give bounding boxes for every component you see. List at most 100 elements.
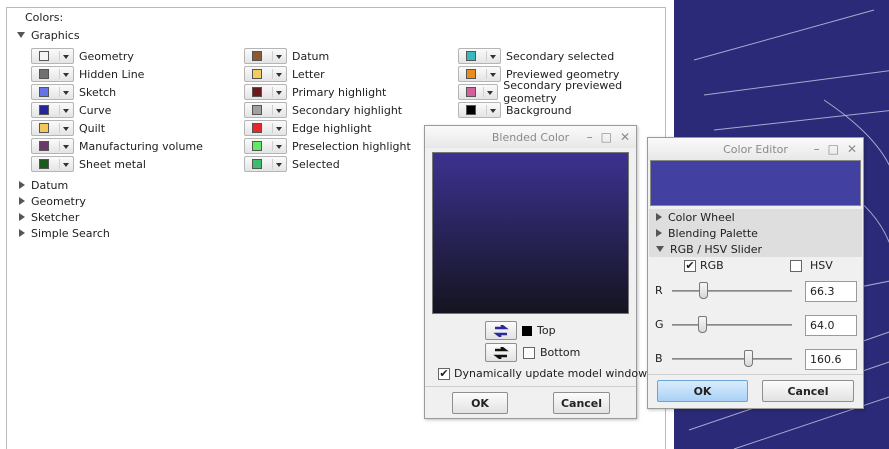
color-picker-button[interactable] [244, 156, 287, 172]
color-setting-label: Background [506, 103, 572, 117]
slider-track-g[interactable] [672, 324, 792, 326]
bottom-color-pick-button[interactable] [485, 343, 517, 362]
expanded-triangle-icon [17, 32, 25, 38]
editor-title-bar[interactable]: Color Editor – □ ✕ [648, 138, 863, 160]
top-color-pick-button[interactable] [485, 321, 517, 340]
slider-track-b[interactable] [672, 358, 792, 360]
color-setting-label: Edge highlight [292, 121, 372, 135]
color-picker-button[interactable] [458, 84, 499, 100]
maximize-icon[interactable]: □ [828, 142, 839, 156]
value-field-r[interactable]: 66.3 [805, 281, 857, 302]
color-picker-button[interactable] [244, 84, 287, 100]
color-swatch [39, 159, 49, 169]
maximize-icon[interactable]: □ [601, 130, 612, 144]
color-setting: Secondary selected [458, 48, 614, 64]
color-swatch [252, 105, 262, 115]
dynamic-update-checkbox[interactable]: ✔ [438, 367, 450, 380]
color-setting-label: Secondary highlight [292, 103, 403, 117]
rgb-checkbox[interactable]: ✔ [684, 259, 696, 272]
color-picker-button[interactable] [244, 66, 287, 82]
color-setting-label: Sketch [79, 85, 117, 99]
color-picker-button[interactable] [244, 102, 287, 118]
color-setting: Quilt [31, 120, 105, 136]
color-picker-button[interactable] [31, 120, 74, 136]
dropdown-arrow-icon [276, 55, 282, 59]
dropdown-arrow-icon [276, 73, 282, 77]
dropdown-arrow-icon [276, 127, 282, 131]
blending-palette-label: Blending Palette [668, 226, 758, 240]
minimize-icon[interactable]: – [814, 142, 820, 156]
dropdown-arrow-icon [276, 163, 282, 167]
top-color-swatch [522, 325, 532, 336]
hsv-checkbox[interactable] [790, 259, 802, 272]
dropdown-arrow-icon [63, 73, 69, 77]
color-picker-button[interactable] [244, 48, 287, 64]
color-setting: Edge highlight [244, 120, 372, 136]
slider-thumb-r[interactable] [699, 282, 709, 299]
graphics-group-toggle[interactable]: Graphics [17, 27, 80, 43]
blending-palette-section[interactable]: Blending Palette [649, 225, 862, 241]
dropdown-arrow-icon [490, 109, 496, 113]
color-picker-button[interactable] [31, 156, 74, 172]
minimize-icon[interactable]: – [587, 130, 593, 144]
color-swatch [252, 69, 262, 79]
color-swatch [252, 141, 262, 151]
color-picker-button[interactable] [31, 138, 74, 154]
color-wheel-section[interactable]: Color Wheel [649, 209, 862, 225]
color-swatch [466, 105, 476, 115]
tree-group-label: Datum [31, 178, 69, 192]
value-field-g[interactable]: 64.0 [805, 315, 857, 336]
color-setting: Background [458, 102, 572, 118]
value-field-b[interactable]: 160.6 [805, 349, 857, 370]
color-swatch [39, 105, 49, 115]
slider-thumb-g[interactable] [698, 316, 707, 333]
color-picker-button[interactable] [31, 66, 74, 82]
color-setting-label: Manufacturing volume [79, 139, 203, 153]
rgb-label: RGB [700, 259, 724, 272]
slider-label-g: G [655, 318, 664, 331]
tree-group-simple-search[interactable]: Simple Search [19, 225, 110, 241]
slider-track-r[interactable] [672, 290, 792, 292]
color-picker-button[interactable] [31, 48, 74, 64]
slider-thumb-b[interactable] [743, 350, 753, 367]
tree-group-sketcher[interactable]: Sketcher [19, 209, 79, 225]
rgb-hsv-slider-section[interactable]: RGB / HSV Slider [649, 241, 862, 257]
bottom-checkbox[interactable] [523, 346, 535, 359]
hsv-label: HSV [810, 259, 833, 272]
color-setting: Primary highlight [244, 84, 386, 100]
color-picker-button[interactable] [244, 138, 287, 154]
color-setting-label: Letter [292, 67, 325, 81]
dynamic-update-label: Dynamically update model window [454, 367, 648, 380]
blended-title-bar[interactable]: Blended Color – □ ✕ [425, 126, 636, 148]
tree-group-datum[interactable]: Datum [19, 177, 68, 193]
color-picker-button[interactable] [458, 66, 501, 82]
editor-ok-button[interactable]: OK [657, 380, 748, 402]
color-picker-button[interactable] [458, 48, 501, 64]
color-setting-label: Geometry [79, 49, 134, 63]
tree-group-geometry[interactable]: Geometry [19, 193, 86, 209]
color-picker-button[interactable] [244, 120, 287, 136]
blended-color-preview [432, 152, 629, 314]
colors-label: Colors: [25, 11, 64, 24]
editor-cancel-button[interactable]: Cancel [762, 380, 854, 402]
rgb-option: ✔ RGB [684, 259, 724, 272]
color-swatch [39, 123, 49, 133]
color-setting: Manufacturing volume [31, 138, 203, 154]
color-swatch [252, 123, 262, 133]
color-picker-button[interactable] [31, 84, 74, 100]
color-swatch [252, 159, 262, 169]
color-picker-button[interactable] [458, 102, 501, 118]
color-picker-button[interactable] [31, 102, 74, 118]
blended-cancel-button[interactable]: Cancel [553, 392, 610, 414]
blended-ok-button[interactable]: OK [452, 392, 508, 414]
close-icon[interactable]: ✕ [620, 130, 630, 144]
swap-icon [493, 324, 509, 337]
dynamic-update-row: ✔ Dynamically update model window [438, 367, 647, 380]
color-setting: Selected [244, 156, 340, 172]
close-icon[interactable]: ✕ [847, 142, 857, 156]
blended-color-dialog: Blended Color – □ ✕ Top Bottom ✔ Dynamic… [424, 125, 647, 419]
slider-label-r: R [655, 284, 663, 297]
tree-group-label: Sketcher [31, 210, 80, 224]
bottom-label: Bottom [540, 346, 581, 359]
collapsed-triangle-icon [656, 213, 662, 221]
